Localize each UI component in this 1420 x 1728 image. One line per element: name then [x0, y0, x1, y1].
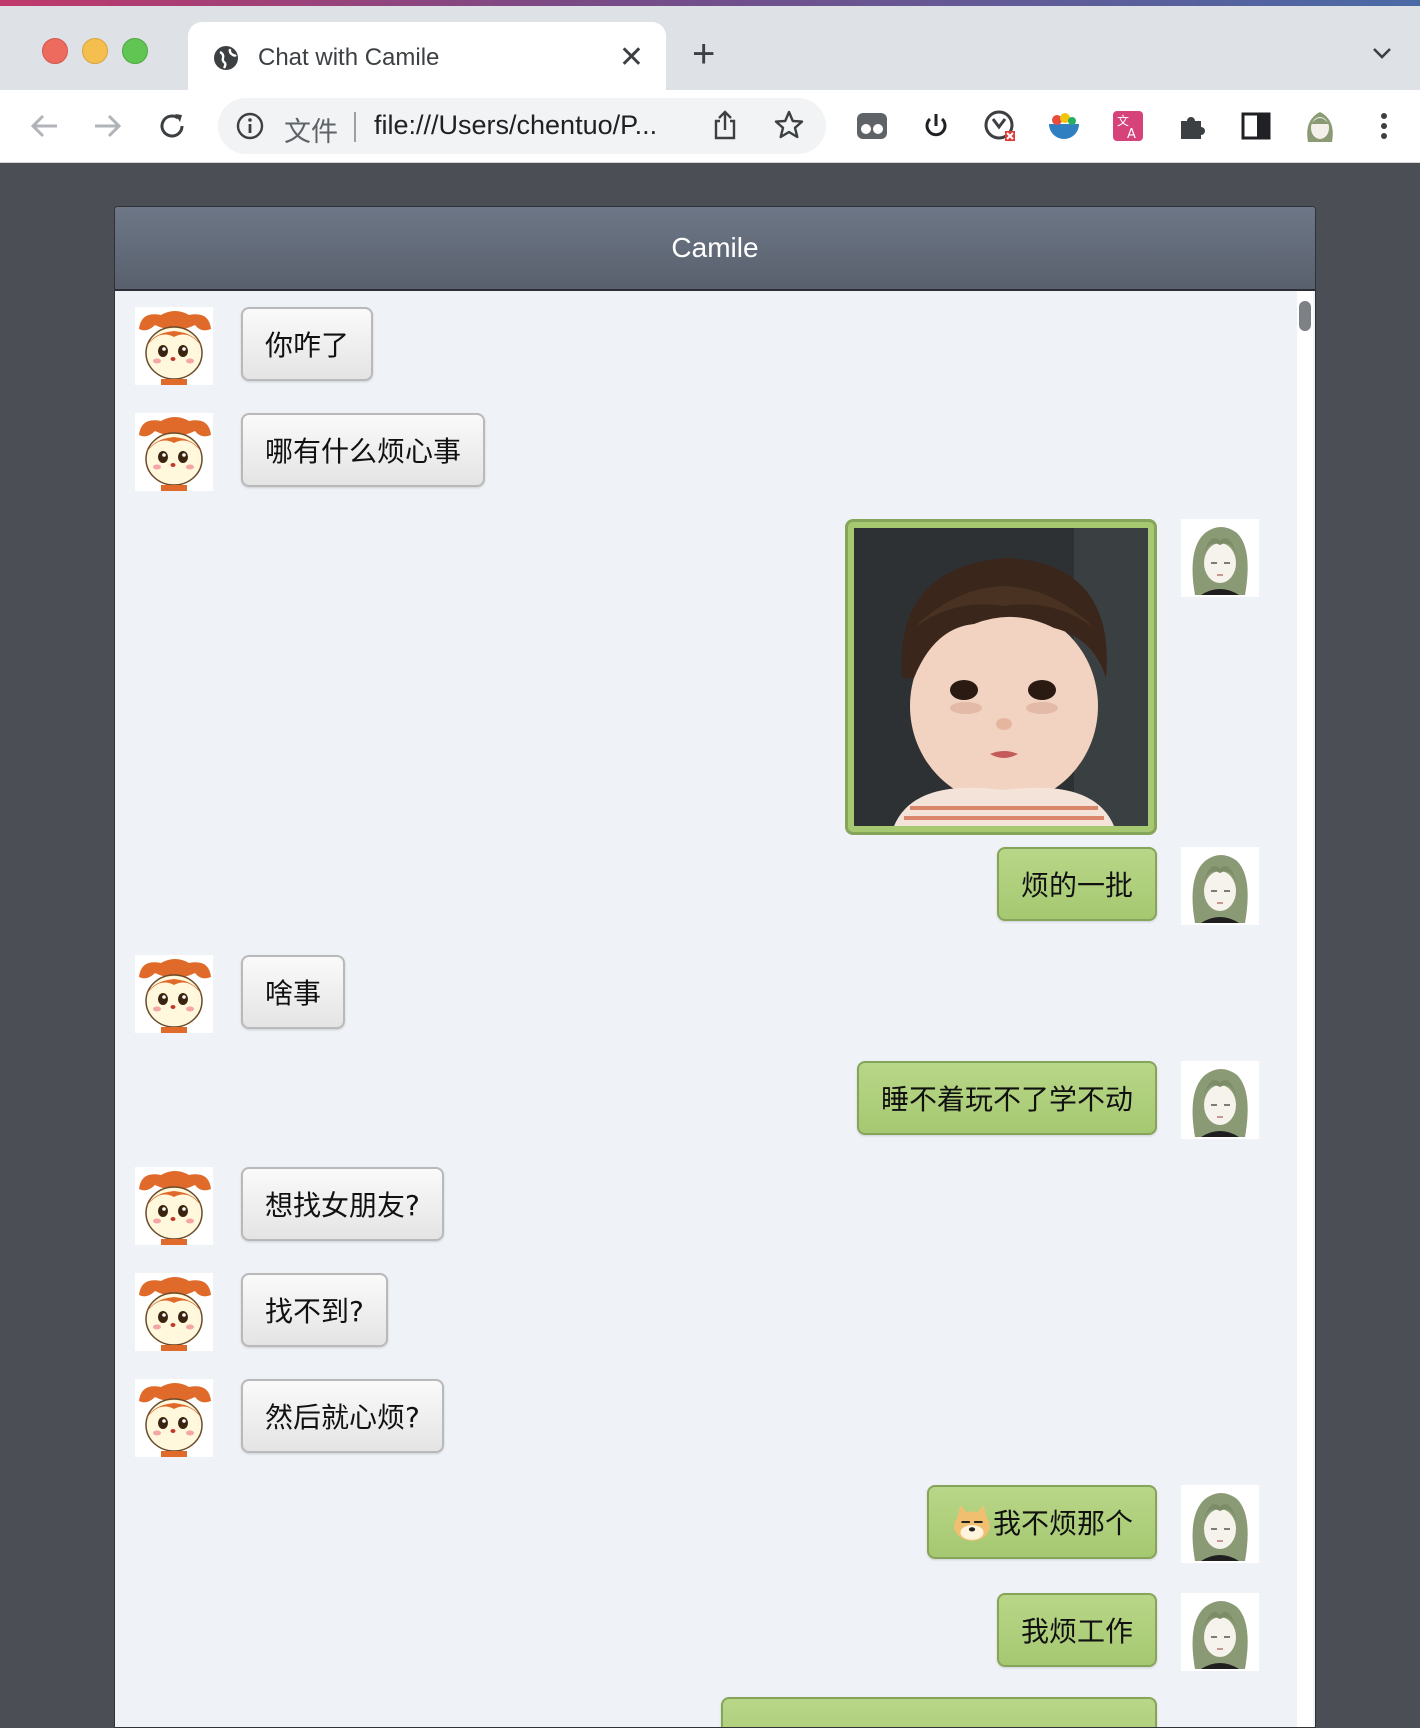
tab-title: Chat with Camile: [258, 44, 440, 71]
message-row-outgoing: 我不烦那个: [115, 1485, 1295, 1565]
message-bubble[interactable]: 你咋了: [241, 307, 374, 381]
message-row-outgoing: 睡不着玩不了学不动: [115, 1061, 1295, 1141]
scrollbar[interactable]: [1297, 291, 1313, 1727]
svg-text:文: 文: [1117, 113, 1129, 128]
bookmark-star-icon[interactable]: [774, 110, 804, 140]
info-icon[interactable]: [236, 112, 264, 140]
more-menu-icon[interactable]: [1366, 108, 1402, 144]
message-text: 我不烦那个: [992, 1507, 1133, 1540]
browser-toolbar: 文件 file:///Users/chentuo/P... 文A: [0, 90, 1420, 163]
girl-avatar-icon: [1181, 1485, 1259, 1563]
message-bubble[interactable]: 哪有什么烦心事: [241, 413, 486, 487]
reload-icon[interactable]: [154, 108, 190, 144]
image-message-bubble[interactable]: [845, 519, 1157, 835]
message-row-incoming: 啥事: [115, 955, 1295, 1035]
tab-close-icon[interactable]: ✕: [619, 40, 644, 75]
message-bubble[interactable]: 想找女朋友?: [241, 1167, 444, 1241]
back-icon[interactable]: [26, 108, 62, 144]
forward-icon[interactable]: [90, 108, 126, 144]
message-bubble[interactable]: 我不烦那个: [926, 1485, 1157, 1559]
message-bubble-partial[interactable]: [721, 1697, 1157, 1727]
omnibox-divider: [354, 112, 356, 142]
message-row-outgoing: 烦的一批: [115, 847, 1295, 927]
message-row-outgoing: [115, 519, 1295, 839]
chat-title: Camile: [671, 232, 759, 263]
message-row-outgoing: [115, 1697, 1295, 1727]
share-icon[interactable]: [712, 110, 738, 140]
hamster-avatar-icon: [135, 1379, 213, 1457]
girl-avatar-icon: [1181, 519, 1259, 597]
chevron-down-icon[interactable]: [1372, 46, 1392, 60]
girl-avatar-icon: [1181, 847, 1259, 925]
extension-reader-icon[interactable]: [854, 108, 890, 144]
message-row-incoming: 想找女朋友?: [115, 1167, 1295, 1247]
globe-icon: [214, 46, 238, 70]
close-window-button[interactable]: [42, 38, 68, 64]
chat-header: Camile: [115, 207, 1315, 291]
message-row-incoming: 哪有什么烦心事: [115, 413, 1295, 493]
message-bubble[interactable]: 睡不着玩不了学不动: [856, 1061, 1157, 1135]
svg-text:A: A: [1127, 127, 1136, 142]
message-row-outgoing: 我烦工作: [115, 1593, 1295, 1673]
message-bubble[interactable]: 我烦工作: [996, 1593, 1157, 1667]
scrollbar-thumb[interactable]: [1299, 301, 1311, 331]
toddler-photo-image[interactable]: [854, 528, 1148, 826]
hamster-avatar-icon: [135, 1273, 213, 1351]
new-tab-button[interactable]: +: [692, 34, 715, 74]
file-scheme-label: 文件: [284, 117, 338, 147]
message-row-incoming: 然后就心烦?: [115, 1379, 1295, 1459]
hamster-avatar-icon: [135, 955, 213, 1033]
power-icon[interactable]: [918, 108, 954, 144]
girl-avatar-icon: [1181, 1061, 1259, 1139]
message-bubble[interactable]: 然后就心烦?: [241, 1379, 444, 1453]
message-row-incoming: 你咋了: [115, 307, 1295, 387]
puzzle-extensions-icon[interactable]: [1174, 108, 1210, 144]
hamster-avatar-icon: [135, 1167, 213, 1245]
extension-bowl-icon[interactable]: [1046, 108, 1082, 144]
side-panel-icon[interactable]: [1238, 108, 1274, 144]
message-bubble[interactable]: 烦的一批: [996, 847, 1157, 921]
minimize-window-button[interactable]: [82, 38, 108, 64]
extension-vpn-icon[interactable]: [982, 108, 1018, 144]
zoom-window-button[interactable]: [122, 38, 148, 64]
tab-bar: Chat with Camile ✕ +: [0, 6, 1420, 90]
hamster-avatar-icon: [135, 307, 213, 385]
message-bubble[interactable]: 啥事: [241, 955, 346, 1029]
hamster-avatar-icon: [135, 413, 213, 491]
translate-icon[interactable]: 文A: [1110, 108, 1146, 144]
message-row-incoming: 找不到?: [115, 1273, 1295, 1353]
chat-window: Camile 你咋了 哪有什么烦心事 烦的一批 啥事 睡不着玩不了学不动 想找女…: [114, 206, 1316, 1728]
url-text[interactable]: file:///Users/chentuo/P...: [374, 110, 657, 141]
girl-avatar-icon: [1181, 1593, 1259, 1671]
tab-chat-with-camile[interactable]: Chat with Camile ✕: [188, 22, 666, 90]
address-bar[interactable]: 文件 file:///Users/chentuo/P...: [218, 98, 826, 154]
doge-emoji-icon: [951, 1501, 993, 1543]
profile-avatar-icon[interactable]: [1302, 108, 1338, 144]
message-bubble[interactable]: 找不到?: [241, 1273, 388, 1347]
